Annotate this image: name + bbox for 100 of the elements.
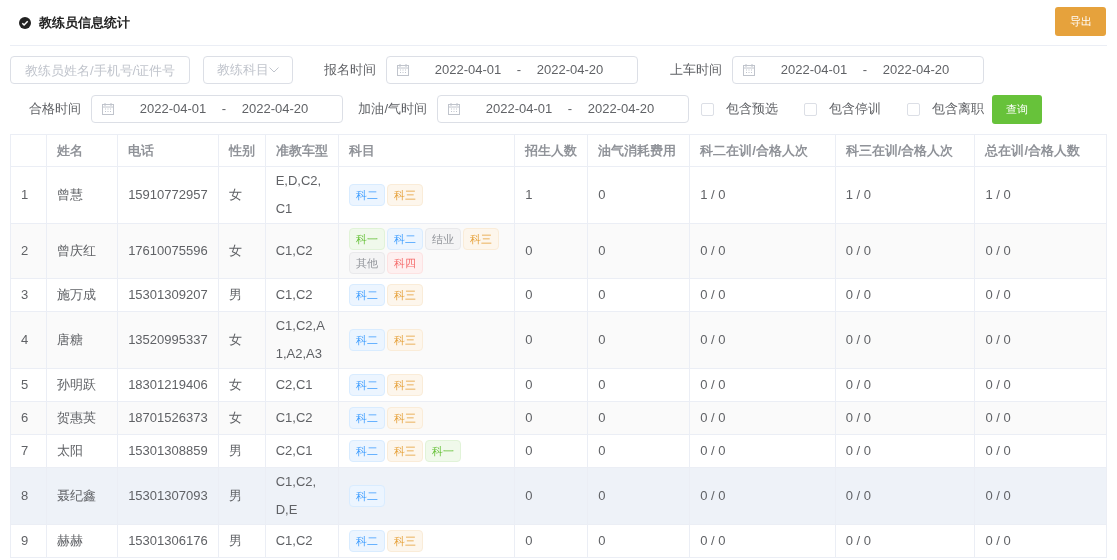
date-range-field[interactable]: 2022-04-01 - 2022-04-20 — [386, 56, 638, 84]
table-cell: 0 / 0 — [835, 467, 975, 525]
table-cell: 18301219406 — [117, 368, 219, 402]
table-cell: 1 / 0 — [835, 166, 975, 224]
table-cell: 女 — [218, 166, 266, 224]
table-cell: 0 — [514, 223, 588, 279]
table-cell: 0 / 0 — [835, 311, 975, 369]
table-row[interactable]: 7 太阳 15301308859 男 C2,C1 科二 科三 科一 0 0 0 / 0 0 / 0 0 / 0 — [10, 434, 1107, 468]
table-cell: 1 / 0 — [689, 166, 836, 224]
subject-tag: 科二 — [348, 530, 385, 552]
table-cell: 女 — [218, 401, 266, 435]
calendar-icon — [743, 64, 755, 76]
column-header: 准教车型 — [265, 134, 339, 167]
table-cell: C1,C2 — [265, 401, 339, 435]
table-cell: 18701526373 — [117, 401, 219, 435]
table-cell: 0 / 0 — [974, 467, 1107, 525]
table-cell: 0 — [587, 467, 690, 525]
subject-tag: 科三 — [462, 228, 499, 250]
table-cell: 0 — [587, 524, 690, 558]
table-cell: 男 — [218, 524, 266, 558]
column-header: 油气消耗费用 — [587, 134, 690, 167]
row-index: 1 — [10, 166, 47, 224]
subject-tag: 科三 — [386, 530, 423, 552]
table-cell: 15910772957 — [117, 166, 219, 224]
subject-tag: 科二 — [348, 184, 385, 206]
subject-tag: 科二 — [348, 440, 385, 462]
table-cell: 0 — [514, 467, 588, 525]
table-cell: 0 / 0 — [835, 524, 975, 558]
table-row[interactable]: 5 孙明跃 18301219406 女 C2,C1 科二 科三 0 0 0 / 0 0 / 0 0 / 0 — [10, 368, 1107, 402]
subject-tag: 结业 — [424, 228, 461, 250]
search-field[interactable]: 教练员姓名/手机号/证件号 — [10, 56, 190, 84]
checkbox[interactable] — [907, 102, 920, 116]
subject-tag: 科三 — [386, 184, 423, 206]
table-cell: 0 / 0 — [689, 401, 836, 435]
column-header: 总在训/合格人数 — [974, 134, 1107, 167]
filter-label: 上车时间 — [669, 61, 723, 80]
table-cell: 曾庆红 — [46, 223, 118, 279]
table-cell: 唐糖 — [46, 311, 118, 369]
table-cell: C1,C2 — [265, 223, 339, 279]
subject-tag: 科一 — [424, 440, 461, 462]
subject-tag: 科三 — [386, 374, 423, 396]
subject-tag: 科二 — [348, 374, 385, 396]
table-cell: 女 — [218, 223, 266, 279]
table-cell: 0 / 0 — [835, 401, 975, 435]
table-cell: C1,C2 — [265, 278, 339, 312]
column-header: 科二在训/合格人次 — [689, 134, 836, 167]
column-header: 科目 — [338, 134, 515, 167]
table-cell: 0 / 0 — [835, 368, 975, 402]
column-header: 科三在训/合格人次 — [835, 134, 975, 167]
table-cell: 聂纪鑫 — [46, 467, 118, 525]
table-cell: C1,C2 — [265, 524, 339, 558]
subject-tag: 科一 — [348, 228, 385, 250]
row-index: 9 — [10, 524, 47, 558]
row-index: 5 — [10, 368, 47, 402]
table-cell: 0 — [514, 524, 588, 558]
date-range-field[interactable]: 2022-04-01 - 2022-04-20 — [91, 95, 343, 123]
table-cell: 男 — [218, 278, 266, 312]
table-row[interactable]: 6 贺惠英 18701526373 女 C1,C2 科二 科三 0 0 0 / 0 0 / 0 0 / 0 — [10, 401, 1107, 435]
table-row[interactable]: 4 唐糖 13520995337 女 C1,C2,A1,A2,A3 科二 科三 0 0 0 / 0 0 / 0 0 / 0 — [10, 311, 1107, 369]
column-header: 性别 — [218, 134, 266, 167]
filter-label: 加油/气时间 — [357, 100, 428, 119]
calendar-icon — [448, 103, 460, 115]
table-cell: 0 — [587, 368, 690, 402]
date-range-field[interactable]: 2022-04-01 - 2022-04-20 — [437, 95, 689, 123]
table-cell: C2,C1 — [265, 434, 339, 468]
table-cell: 0 — [587, 311, 690, 369]
table-row[interactable]: 1 曾慧 15910772957 女 E,D,C2,C1 科二 科三 1 0 1 / 0 1 / 0 1 / 0 — [10, 166, 1107, 224]
table-cell: 0 / 0 — [974, 368, 1107, 402]
row-index: 3 — [10, 278, 47, 312]
checkbox-label: 包含预选 — [726, 100, 778, 119]
table-cell: 0 / 0 — [974, 434, 1107, 468]
column-header: 姓名 — [46, 134, 118, 167]
checkbox[interactable] — [804, 102, 817, 116]
subject-tag: 科三 — [386, 407, 423, 429]
subject-tag: 科三 — [386, 284, 423, 306]
table-row[interactable]: 9 赫赫 15301306176 男 C1,C2 科二 科三 0 0 0 / 0 0 / 0 0 / 0 — [10, 524, 1107, 558]
table-cell: 0 / 0 — [689, 311, 836, 369]
table-row[interactable]: 2 曾庆红 17610075596 女 C1,C2 科一 科二 结业 科三 其他 科四 0 0 0 / 0 0 / 0 0 / 0 — [10, 223, 1107, 279]
chevron-down-icon — [269, 67, 279, 73]
row-index: 4 — [10, 311, 47, 369]
subject-tag: 科三 — [386, 329, 423, 351]
subject-tag: 科二 — [348, 485, 385, 507]
column-header: 招生人数 — [514, 134, 588, 167]
table-cell: 男 — [218, 467, 266, 525]
table-cell: 13520995337 — [117, 311, 219, 369]
table-cell: 0 / 0 — [689, 524, 836, 558]
table-cell: 0 — [587, 223, 690, 279]
filter-label: 报名时间 — [323, 61, 377, 80]
table-row[interactable]: 3 施万成 15301309207 男 C1,C2 科二 科三 0 0 0 / 0 0 / 0 0 / 0 — [10, 278, 1107, 312]
table-cell: 0 — [514, 401, 588, 435]
date-range-field[interactable]: 2022-04-01 - 2022-04-20 — [732, 56, 984, 84]
table-cell: 曾慧 — [46, 166, 118, 224]
calendar-icon — [397, 64, 409, 76]
table-cell: C1,C2,A1,A2,A3 — [265, 311, 339, 369]
table-cell: 15301306176 — [117, 524, 219, 558]
table-cell: 0 / 0 — [974, 311, 1107, 369]
table-cell: 0 — [514, 311, 588, 369]
checkbox[interactable] — [701, 102, 714, 116]
table-row[interactable]: 8 聂纪鑫 15301307093 男 C1,C2,D,E 科二 0 0 0 / 0 0 / 0 0 / 0 — [10, 467, 1107, 525]
table-cell: 0 — [587, 278, 690, 312]
